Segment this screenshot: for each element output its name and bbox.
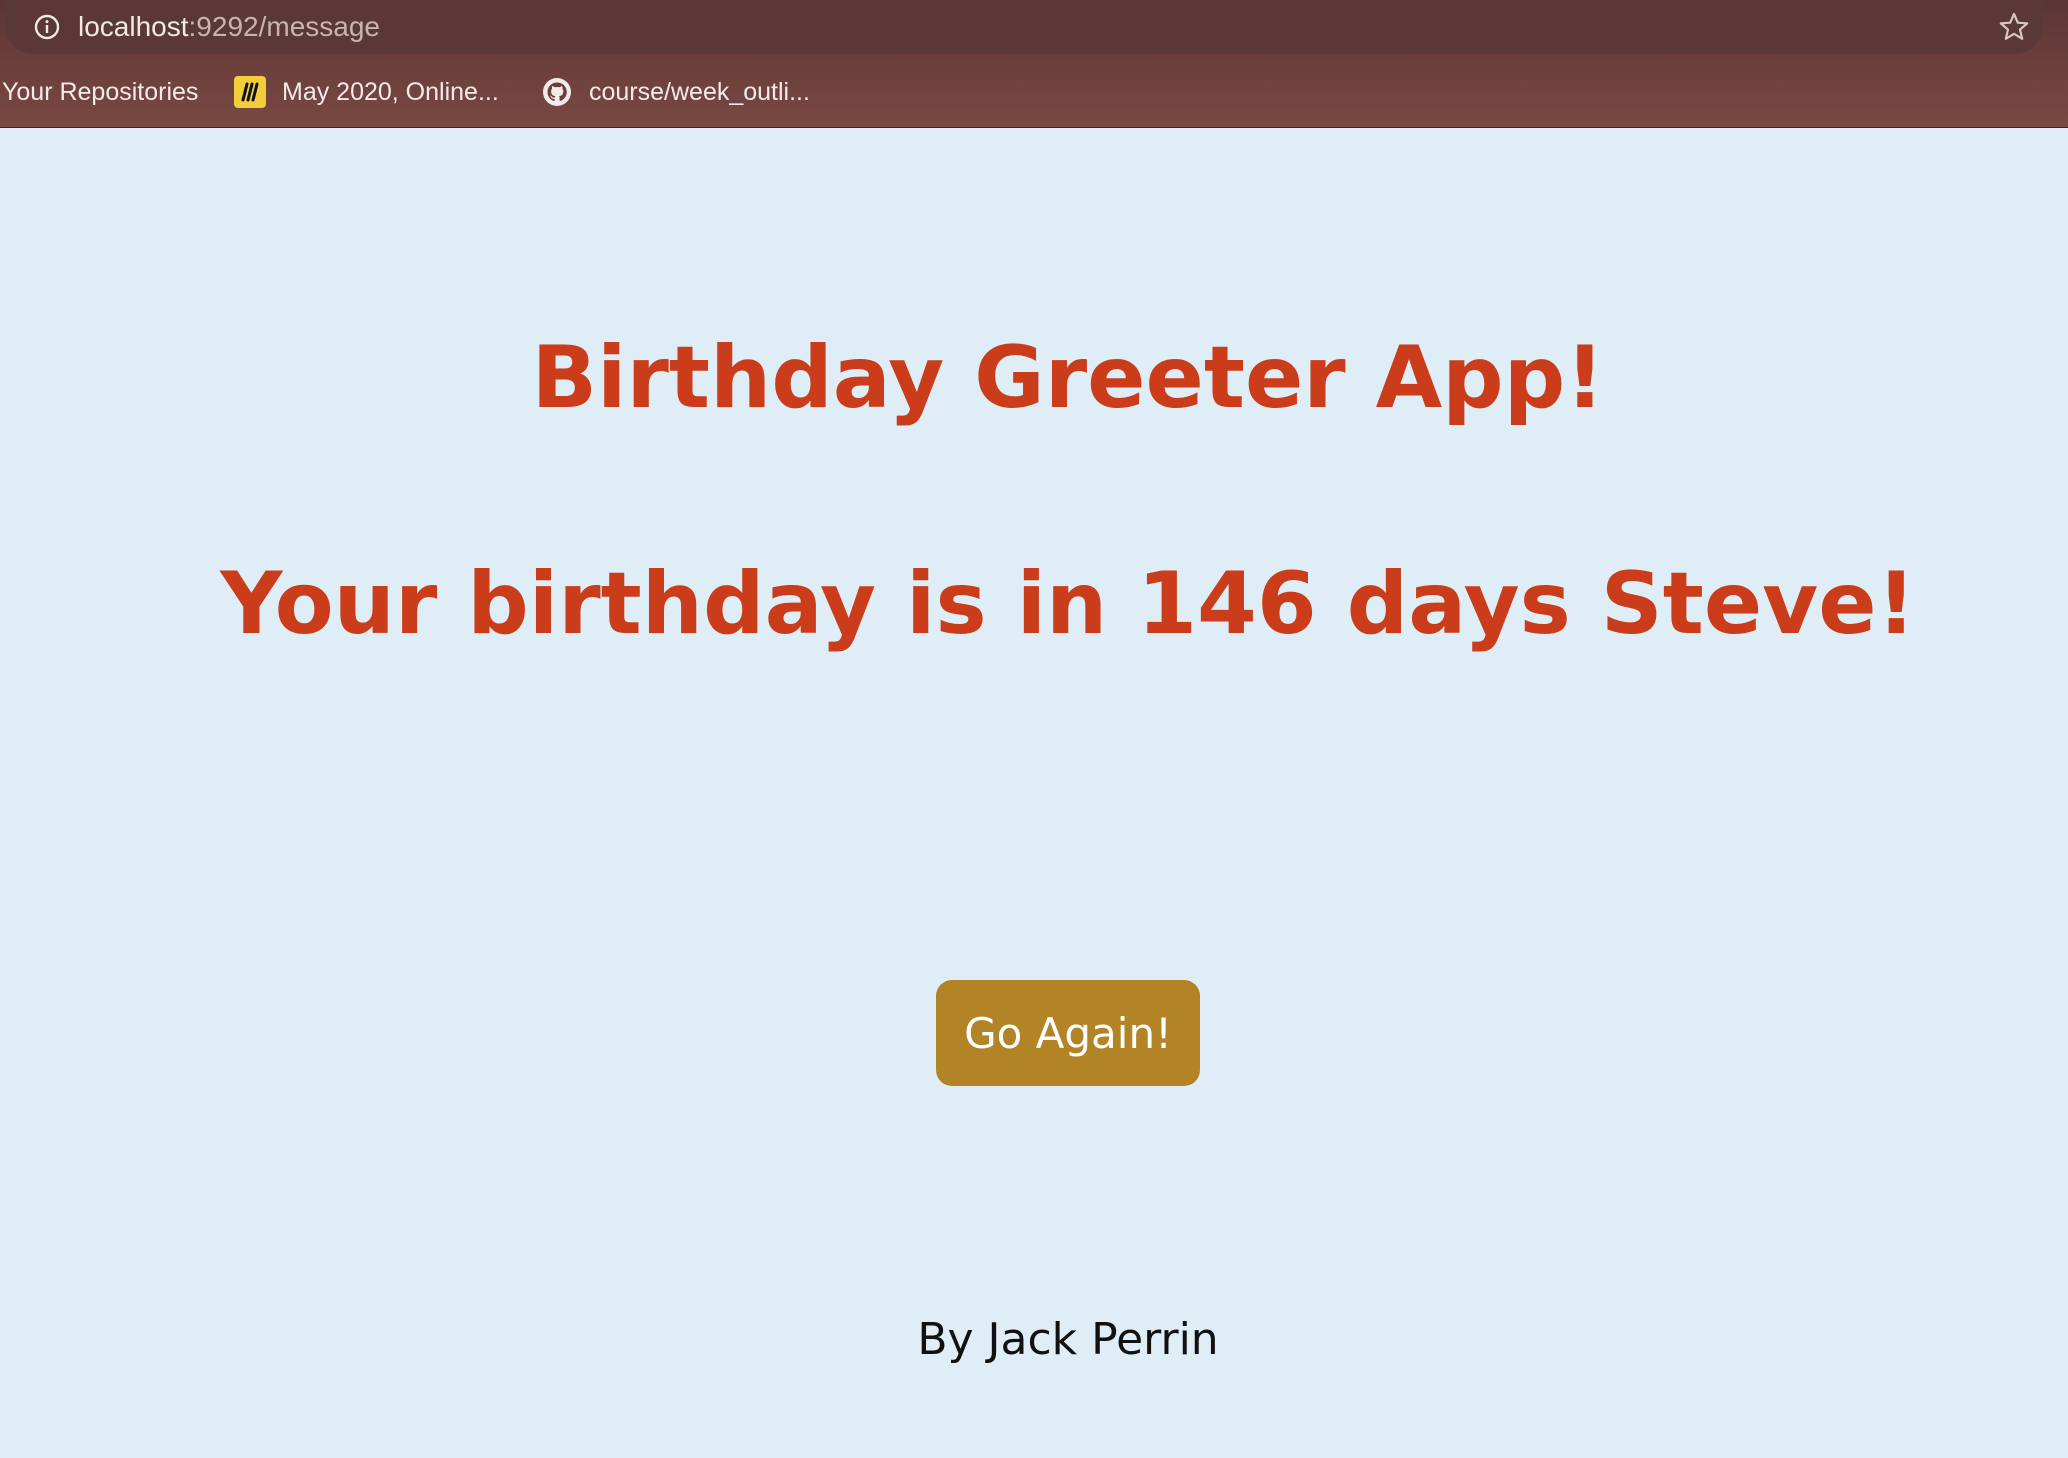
address-bar[interactable]: localhost:9292/message bbox=[6, 0, 2042, 54]
author-byline: By Jack Perrin bbox=[917, 1314, 1219, 1365]
bookmark-may-2020[interactable]: May 2020, Online... bbox=[234, 72, 499, 112]
miro-icon bbox=[234, 76, 266, 108]
bookmark-your-repositories[interactable]: Your Repositories bbox=[2, 72, 198, 112]
url-path: :9292/message bbox=[188, 11, 380, 42]
go-again-button[interactable]: Go Again! bbox=[936, 980, 1200, 1086]
bookmark-course-week-outline[interactable]: course/week_outli... bbox=[541, 72, 810, 112]
bookmark-label: course/week_outli... bbox=[589, 77, 810, 106]
bookmark-label: May 2020, Online... bbox=[282, 77, 499, 106]
url-host: localhost bbox=[78, 11, 189, 42]
bookmark-label: Your Repositories bbox=[2, 77, 199, 106]
info-icon[interactable] bbox=[34, 14, 60, 40]
page-title: Birthday Greeter App! bbox=[531, 328, 1605, 428]
page-content: Birthday Greeter App! Your birthday is i… bbox=[0, 128, 2068, 1458]
github-icon bbox=[543, 78, 571, 106]
url-text[interactable]: localhost:9292/message bbox=[78, 8, 380, 46]
browser-chrome: localhost:9292/message Your Repositories… bbox=[0, 0, 2068, 128]
birthday-message: Your birthday is in 146 days Steve! bbox=[220, 554, 1916, 654]
bookmark-star-icon[interactable] bbox=[1998, 11, 2030, 43]
